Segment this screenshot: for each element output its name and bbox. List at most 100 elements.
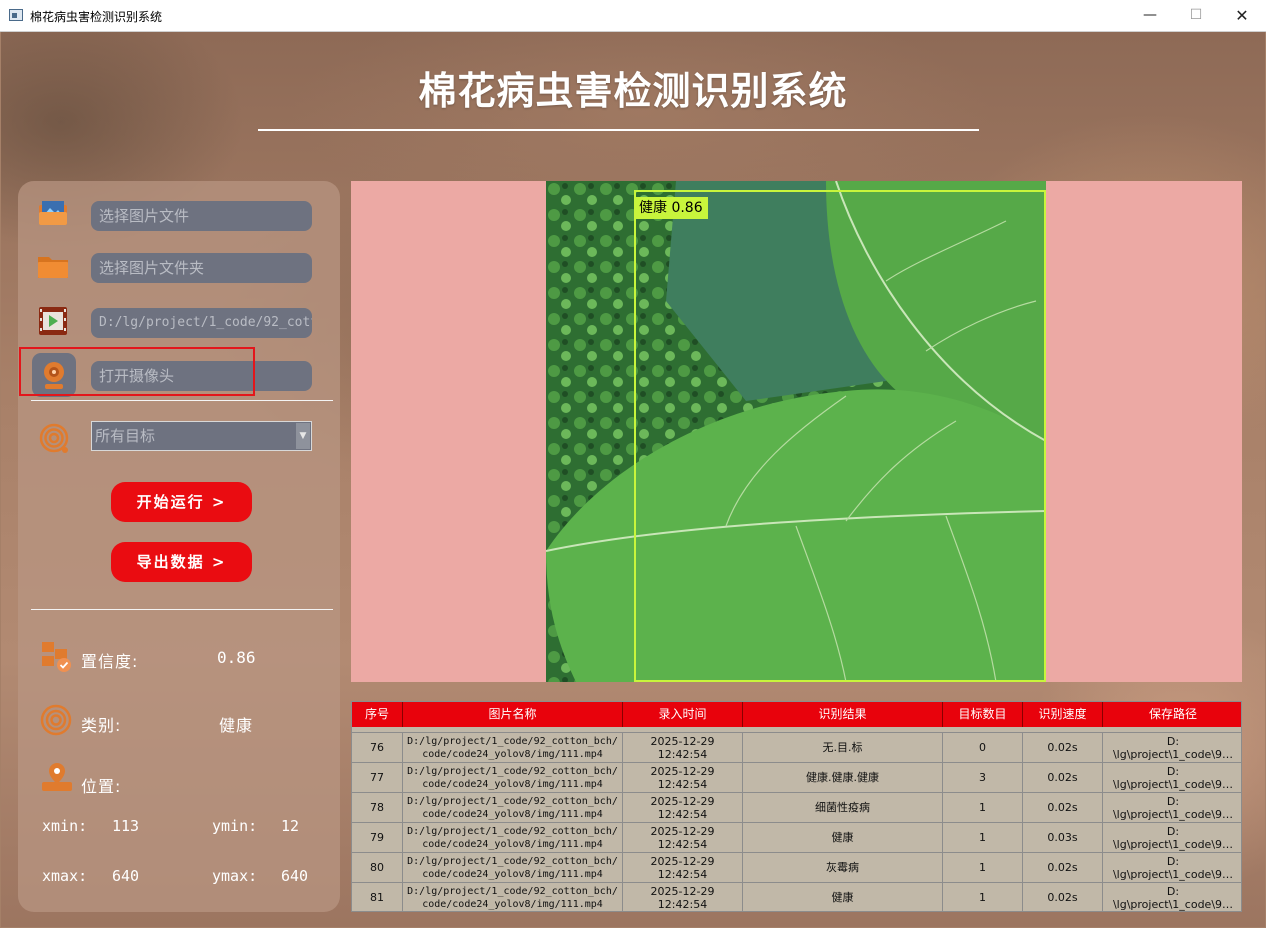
ymax-value: 640 — [281, 867, 309, 885]
table-row[interactable]: 77 D:/lg/project/1_code/92_cotton_bch/ co… — [352, 762, 1241, 792]
confidence-icon — [42, 642, 71, 672]
ymin-label: ymin: — [212, 817, 258, 835]
table-row[interactable]: 78 D:/lg/project/1_code/92_cotton_bch/ co… — [352, 792, 1241, 822]
position-label: 位置: — [81, 777, 122, 796]
table-cell: 2025-12-29 12:42:54 — [623, 763, 743, 792]
table-cell: 80 — [352, 853, 403, 882]
target-select-value: 所有目标 — [95, 427, 156, 445]
table-cell: 2025-12-29 12:42:54 — [623, 823, 743, 852]
table-cell: 0.03s — [1023, 823, 1103, 852]
table-cell: 0.02s — [1023, 793, 1103, 822]
class-value: 健康 — [219, 716, 254, 735]
table-header-cell[interactable]: 序号 — [352, 702, 403, 727]
table-cell: D: \lg\project\1_code\9… — [1112, 824, 1234, 851]
table-cell: D:/lg/project/1_code/92_cotton_bch/ code… — [403, 793, 623, 822]
image-file-input[interactable]: 选择图片文件 — [91, 201, 312, 231]
minimize-button[interactable]: — — [1127, 0, 1173, 31]
table-cell: 0 — [943, 733, 1023, 762]
table-cell: 0.02s — [1023, 733, 1103, 762]
xmin-label: xmin: — [42, 817, 88, 835]
table-row[interactable]: 81 D:/lg/project/1_code/92_cotton_bch/ co… — [352, 882, 1241, 911]
window-titlebar: 棉花病虫害检测识别系统 — ☐ ✕ — [0, 0, 1266, 32]
table-cell: D:/lg/project/1_code/92_cotton_bch/ code… — [403, 763, 623, 792]
ymin-value: 12 — [281, 817, 300, 835]
app-icon — [9, 9, 23, 21]
ymax-label: ymax: — [212, 867, 258, 885]
maximize-button[interactable]: ☐ — [1173, 0, 1219, 31]
start-button[interactable]: 开始运行 > — [111, 482, 252, 522]
image-folder-input[interactable]: 选择图片文件夹 — [91, 253, 312, 283]
target-select[interactable]: 所有目标 ▼ — [91, 421, 312, 451]
table-cell: D: \lg\project\1_code\9… — [1112, 734, 1234, 761]
table-cell: 0.02s — [1023, 853, 1103, 882]
app-body: 棉花病虫害检测识别系统 选择图片文件 选择图片文件夹 D:/lg/project… — [1, 32, 1265, 927]
table-header-cell[interactable]: 图片名称 — [403, 702, 623, 727]
table-cell: 2025-12-29 12:42:54 — [623, 883, 743, 911]
table-header-cell[interactable]: 识别结果 — [743, 702, 943, 727]
table-cell: D:/lg/project/1_code/92_cotton_bch/ code… — [403, 733, 623, 762]
table-cell: 健康 — [743, 823, 943, 852]
table-cell: D: \lg\project\1_code\9… — [1112, 764, 1234, 791]
table-cell: D:/lg/project/1_code/92_cotton_bch/ code… — [403, 853, 623, 882]
page-title: 棉花病虫害检测识别系统 — [418, 69, 848, 113]
image-display: 健康 0.86 — [351, 181, 1242, 682]
target-icon — [39, 423, 69, 453]
table-cell: D: \lg\project\1_code\9… — [1112, 794, 1234, 821]
table-cell: 2025-12-29 12:42:54 — [623, 853, 743, 882]
class-label: 类别: — [81, 716, 122, 735]
table-header-cell[interactable]: 目标数目 — [943, 702, 1023, 727]
detection-image: 健康 0.86 — [546, 181, 1046, 682]
xmax-label: xmax: — [42, 867, 88, 885]
table-cell: 无.目.标 — [743, 733, 943, 762]
table-cell: 77 — [352, 763, 403, 792]
divider — [31, 400, 333, 401]
xmax-value: 640 — [112, 867, 140, 885]
chevron-down-icon[interactable]: ▼ — [296, 423, 310, 449]
divider — [31, 609, 333, 610]
table-cell: 1 — [943, 853, 1023, 882]
table-cell: D:/lg/project/1_code/92_cotton_bch/ code… — [403, 883, 623, 911]
table-cell: 2025-12-29 12:42:54 — [623, 793, 743, 822]
class-icon — [40, 704, 72, 736]
table-header-cell[interactable]: 识别速度 — [1023, 702, 1103, 727]
table-header-cell[interactable]: 录入时间 — [623, 702, 743, 727]
table-cell: 灰霉病 — [743, 853, 943, 882]
image-file-icon[interactable] — [36, 196, 70, 230]
title-divider — [258, 129, 979, 131]
confidence-value: 0.86 — [217, 648, 256, 667]
table-cell: 3 — [943, 763, 1023, 792]
table-cell: 1 — [943, 823, 1023, 852]
table-cell: 2025-12-29 12:42:54 — [623, 733, 743, 762]
table-cell: 76 — [352, 733, 403, 762]
table-header: 序号 图片名称 录入时间 识别结果 目标数目 识别速度 保存路径 — [352, 702, 1241, 727]
control-panel: 选择图片文件 选择图片文件夹 D:/lg/project/1_code/92_c… — [18, 181, 340, 912]
xmin-value: 113 — [112, 817, 140, 835]
table-cell: D: \lg\project\1_code\9… — [1112, 884, 1234, 911]
table-cell: 健康 — [743, 883, 943, 911]
table-cell: 1 — [943, 793, 1023, 822]
highlight-box — [19, 347, 255, 396]
export-button[interactable]: 导出数据 > — [111, 542, 252, 582]
detection-label: 健康 0.86 — [634, 197, 708, 219]
confidence-label: 置信度: — [81, 652, 139, 671]
video-icon[interactable] — [36, 304, 70, 338]
table-cell: D: \lg\project\1_code\9… — [1112, 854, 1234, 881]
close-button[interactable]: ✕ — [1219, 0, 1265, 31]
table-row[interactable]: 76 D:/lg/project/1_code/92_cotton_bch/ co… — [352, 732, 1241, 762]
table-row[interactable]: 79 D:/lg/project/1_code/92_cotton_bch/ co… — [352, 822, 1241, 852]
table-header-cell[interactable]: 保存路径 — [1103, 702, 1241, 727]
table-cell: 0.02s — [1023, 763, 1103, 792]
table-cell: 78 — [352, 793, 403, 822]
table-row[interactable]: 80 D:/lg/project/1_code/92_cotton_bch/ co… — [352, 852, 1241, 882]
table-cell: 79 — [352, 823, 403, 852]
table-cell: 1 — [943, 883, 1023, 911]
video-path-input[interactable]: D:/lg/project/1_code/92_cotton_bch/ — [91, 308, 312, 338]
table-cell: D:/lg/project/1_code/92_cotton_bch/ code… — [403, 823, 623, 852]
table-cell: 81 — [352, 883, 403, 911]
table-cell: 健康.健康.健康 — [743, 763, 943, 792]
window-title: 棉花病虫害检测识别系统 — [30, 10, 163, 24]
results-table: 序号 图片名称 录入时间 识别结果 目标数目 识别速度 保存路径 76 D:/lg… — [351, 701, 1242, 912]
table-cell: 0.02s — [1023, 883, 1103, 911]
folder-icon[interactable] — [36, 249, 70, 283]
detection-box — [634, 190, 1046, 682]
